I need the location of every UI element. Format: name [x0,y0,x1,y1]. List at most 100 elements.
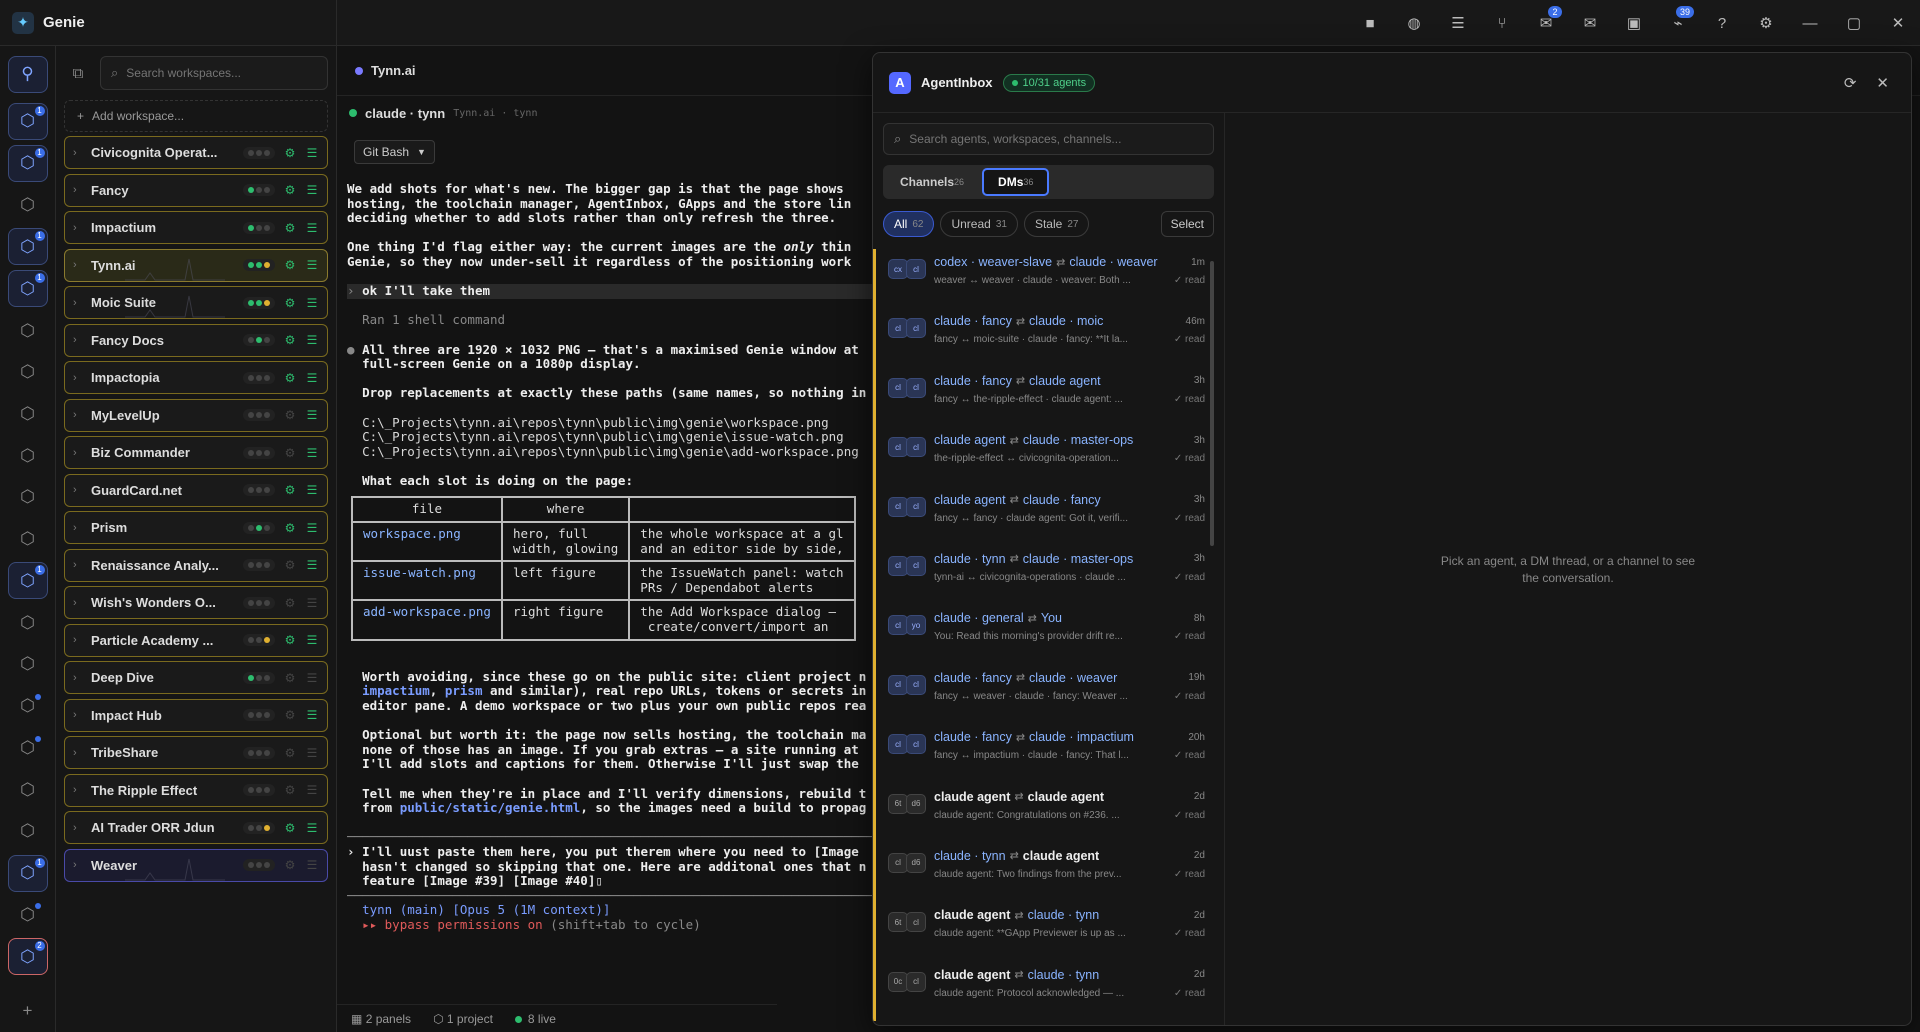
workspace-item[interactable]: › Moic Suite ⚙ ☰ [64,286,328,319]
gear-icon[interactable]: ⚙ [283,858,297,872]
chevron-right-icon[interactable]: › [73,447,83,459]
server-icon[interactable]: ☰ [1436,0,1480,46]
maximize-icon[interactable]: ▢ [1832,0,1876,46]
server-icon[interactable]: ☰ [305,258,319,272]
workspace-item[interactable]: › Prism ⚙ ☰ [64,511,328,544]
rail-workspace-button[interactable]: ⬡ [8,897,48,934]
chevron-right-icon[interactable]: › [73,484,83,496]
gear-icon[interactable]: ⚙ [283,183,297,197]
tab-title[interactable]: Tynn.ai [371,63,416,78]
filter-unread[interactable]: Unread 31 [940,211,1018,237]
rail-workspace-button[interactable]: ⬡ [8,354,48,391]
workspace-item[interactable]: › Particle Academy ... ⚙ ☰ [64,623,328,657]
help-icon[interactable]: ? [1700,0,1744,46]
globe-icon[interactable]: ◍ [1392,0,1436,46]
dm-from[interactable]: codex · weaver-slave [934,255,1052,269]
dm-from[interactable]: claude agent [934,433,1006,447]
dm-from[interactable]: claude · fancy [934,730,1012,744]
dm-from[interactable]: claude · general [934,611,1024,625]
chevron-right-icon[interactable]: › [73,297,83,309]
rail-workspace-button[interactable]: ⬡ [8,312,48,349]
server-icon[interactable]: ☰ [305,708,319,722]
chevron-right-icon[interactable]: › [73,147,83,159]
dm-thread[interactable]: cl cl claude · fancy ⇄ claude · weaver 19h fan… [873,664,1213,725]
dm-to[interactable]: claude agent [1028,790,1104,804]
dm-to[interactable]: claude agent [1029,374,1101,388]
rail-workspace-button[interactable]: ⬡ [8,187,48,224]
chevron-right-icon[interactable]: › [73,222,83,234]
server-icon[interactable]: ☰ [305,371,319,385]
dm-from[interactable]: claude · fancy [934,374,1012,388]
workspace-item[interactable]: › Deep Dive ⚙ ☰ [64,661,328,694]
workspace-item[interactable]: › Renaissance Analy... ⚙ ☰ [64,548,328,582]
dm-to[interactable]: claude · weaver [1069,255,1157,269]
rail-workspace-button[interactable]: ⬡ [8,479,48,516]
dm-thread[interactable]: cl cl claude · fancy ⇄ claude · moic 46m fancy… [873,308,1213,368]
gear-icon[interactable]: ⚙ [283,708,297,722]
new-window-icon[interactable]: ⧉ [66,65,90,82]
chevron-right-icon[interactable]: › [73,334,83,346]
dm-from[interactable]: claude · fancy [934,671,1012,685]
dm-to[interactable]: claude · moic [1029,314,1103,328]
tab-dms[interactable]: DMs 36 [982,168,1050,196]
dm-to[interactable]: claude · weaver [1029,671,1117,685]
rail-workspace-button[interactable]: ⬡ 1 [7,270,48,308]
panels-count[interactable]: ▦ 2 panels [351,1012,411,1026]
workspace-item[interactable]: › AI Trader ORR Jdun ⚙ ☰ [64,811,328,844]
session-name[interactable]: claude · tynn [365,106,445,121]
gear-icon[interactable]: ⚙ [283,746,297,760]
gear-icon[interactable]: ⚙ [283,821,297,835]
cpu-icon[interactable]: ▣ [1612,0,1656,46]
rail-workspace-button[interactable]: ⬡ 1 [7,144,48,182]
server-icon[interactable]: ☰ [305,746,319,760]
dm-to[interactable]: claude · tynn [1028,908,1100,922]
close-icon[interactable]: ✕ [1876,0,1920,46]
chevron-right-icon[interactable]: › [73,184,83,196]
server-icon[interactable]: ☰ [305,558,319,572]
chevron-right-icon[interactable]: › [73,709,83,721]
dm-thread[interactable]: 0c cl claude agent ⇄ claude · tynn 2d claude a… [873,961,1213,1022]
tool-call-line[interactable]: Ran 1 shell command [362,312,505,328]
server-icon[interactable]: ☰ [305,183,319,197]
shell-selector[interactable]: Git Bash ▼ [354,140,435,164]
project-count[interactable]: ⬡ 1 project [433,1012,493,1026]
workspace-item[interactable]: › Impactium ⚙ ☰ [64,211,328,244]
chevron-right-icon[interactable]: › [73,559,83,571]
rail-workspace-button[interactable]: ⬡ [8,521,48,558]
rail-workspace-button[interactable]: ⬡ [8,688,48,725]
dm-from[interactable]: claude agent [934,908,1010,922]
workspace-item[interactable]: › Fancy ⚙ ☰ [64,173,328,207]
dm-from[interactable]: claude · tynn [934,849,1006,863]
gear-icon[interactable]: ⚙ [283,371,297,385]
workspace-item[interactable]: › Biz Commander ⚙ ☰ [64,436,328,469]
dm-to[interactable]: claude · fancy [1023,493,1101,507]
chevron-right-icon[interactable]: › [73,672,83,684]
rail-workspace-button[interactable]: ⬡ [8,604,48,641]
gear-icon[interactable]: ⚙ [283,783,297,797]
dm-from[interactable]: claude · fancy [934,314,1012,328]
dm-to[interactable]: claude agent [1023,849,1099,863]
dm-thread[interactable]: cl cl claude · fancy ⇄ claude agent 3h fancy ↔… [873,367,1213,428]
rail-workspace-button[interactable]: ⬡ [8,646,48,683]
workspace-item[interactable]: › TribeShare ⚙ ☰ [64,736,328,769]
gear-icon[interactable]: ⚙ [283,221,297,235]
dm-to[interactable]: claude · impactium [1029,730,1134,744]
dm-from[interactable]: claude · tynn [934,552,1006,566]
gear-icon[interactable]: ⚙ [283,446,297,460]
server-icon[interactable]: ☰ [305,821,319,835]
filter-stale[interactable]: Stale 27 [1023,211,1090,237]
dm-to[interactable]: claude · master-ops [1023,552,1133,566]
server-icon[interactable]: ☰ [305,483,319,497]
chevron-right-icon[interactable]: › [73,409,83,421]
rail-workspace-button[interactable]: ⬡ [8,771,48,808]
dm-to[interactable]: You [1041,611,1062,625]
gear-icon[interactable]: ⚙ [283,671,297,685]
dm-thread[interactable]: cl cl claude agent ⇄ claude · fancy 3h fancy ↔… [873,486,1213,546]
gear-icon[interactable]: ⚙ [283,633,297,647]
chevron-right-icon[interactable]: › [73,634,83,646]
gear-icon[interactable]: ⚙ [283,596,297,610]
gear-icon[interactable]: ⚙ [283,146,297,160]
tab-channels[interactable]: Channels 26 [886,168,978,196]
rail-workspace-button[interactable]: ⬡ [8,813,48,850]
gear-icon[interactable]: ⚙ [283,521,297,535]
